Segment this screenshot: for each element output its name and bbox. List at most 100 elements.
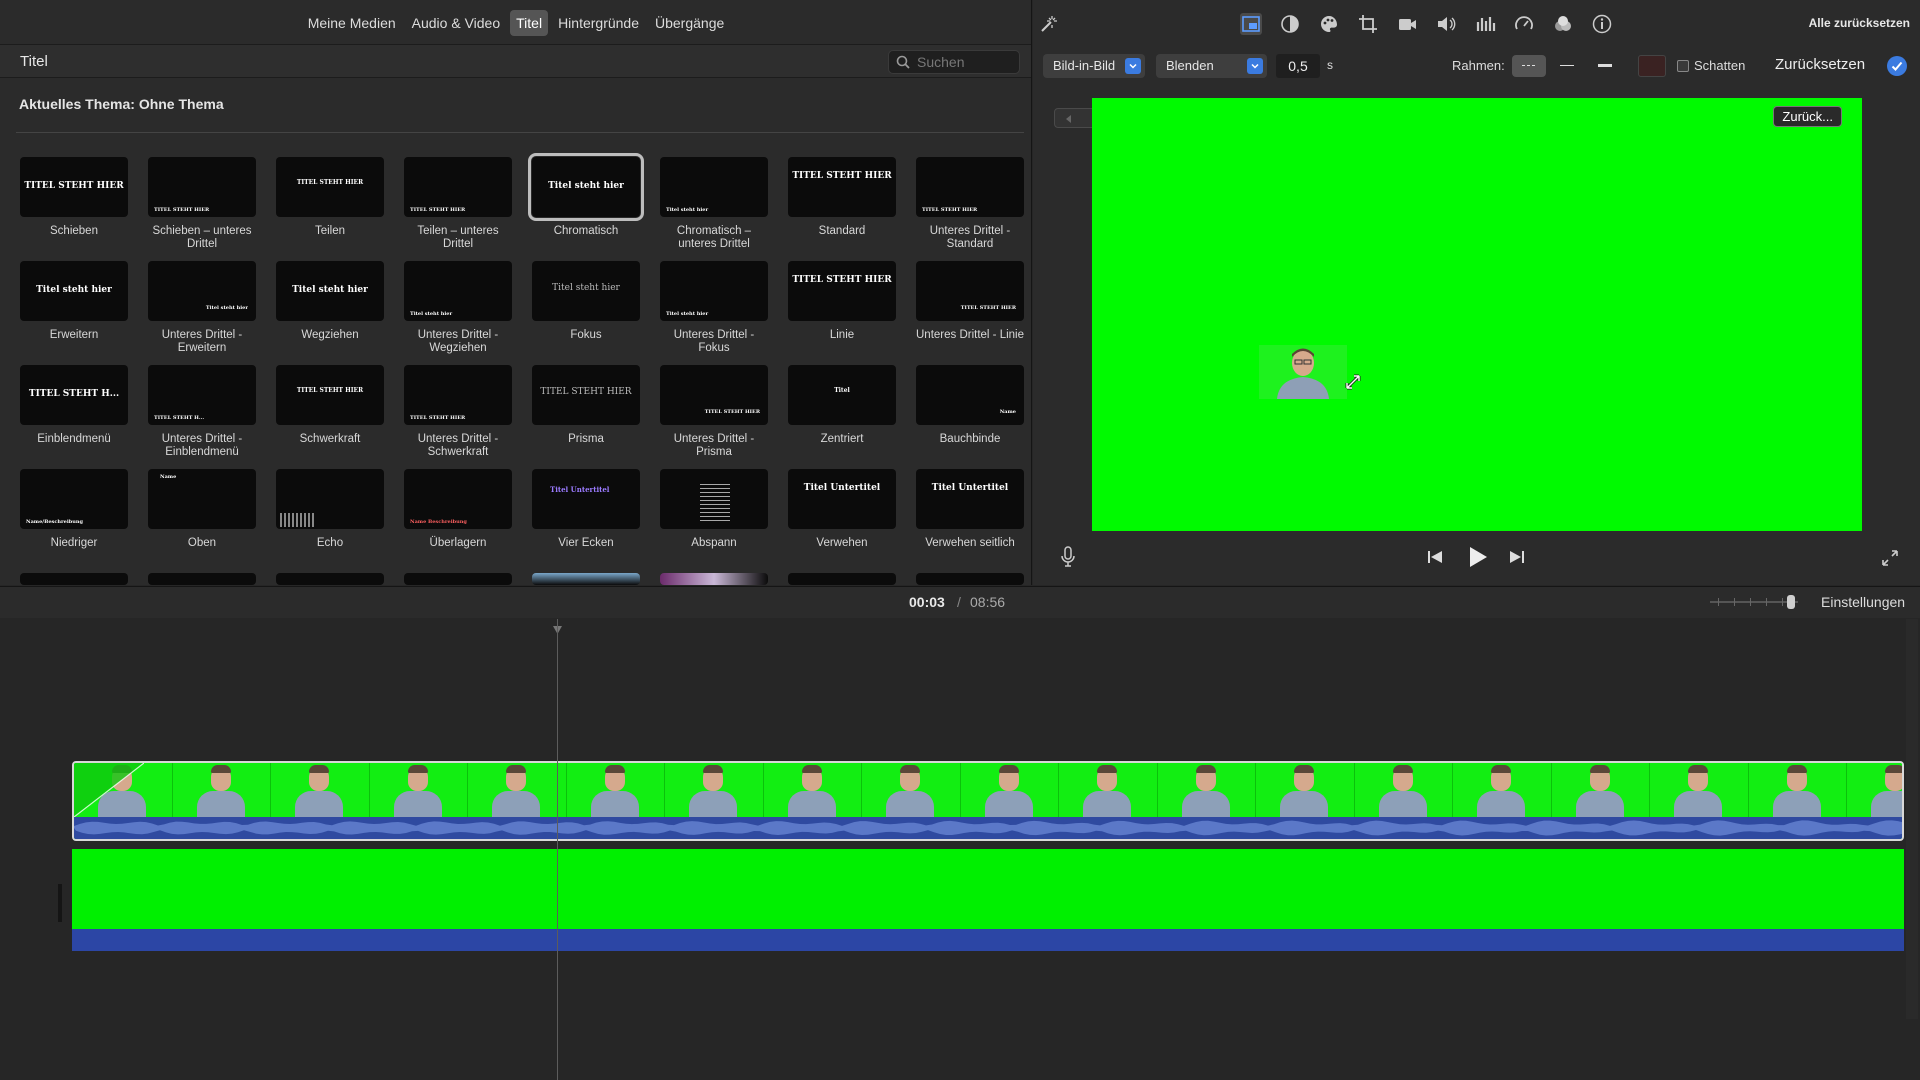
playhead[interactable]: [557, 619, 558, 1080]
title-tile[interactable]: TITEL STEHT H... Unteres Drittel - Einble…: [148, 365, 256, 459]
volume-icon[interactable]: [1435, 13, 1457, 35]
title-tile-partial[interactable]: [276, 573, 384, 585]
play-icon[interactable]: [1465, 545, 1489, 569]
frame-person-hair: [1885, 765, 1902, 773]
title-tile[interactable]: Titel steht hier Unteres Drittel - Fokus: [660, 261, 768, 355]
media-tab[interactable]: Meine Medien: [302, 10, 402, 36]
border-none-button[interactable]: [1512, 55, 1546, 77]
title-tile[interactable]: Echo: [276, 469, 384, 550]
viewer: Alle zurücksetzen Bild-in-Bild Blenden 0…: [1033, 0, 1920, 585]
title-tile[interactable]: Titel Untertitel Verwehen: [788, 469, 896, 550]
title-thumbnail: [148, 573, 256, 585]
media-tab[interactable]: Audio & Video: [406, 10, 506, 36]
title-tile[interactable]: Titel steht hier Chromatisch – unteres Dr…: [660, 157, 768, 251]
title-tile[interactable]: TITEL STEHT HIER Schieben: [20, 157, 128, 238]
border-color-well[interactable]: [1638, 55, 1666, 77]
color-correction-icon[interactable]: [1318, 13, 1340, 35]
title-tile[interactable]: Titel Untertitel Verwehen seitlich: [916, 469, 1024, 550]
title-tile[interactable]: TITEL STEHT HIER Teilen: [276, 157, 384, 238]
video-canvas[interactable]: Zurück...: [1092, 98, 1862, 531]
border-thin-button[interactable]: [1550, 55, 1584, 77]
title-tile[interactable]: TITEL STEHT HIER Prisma: [532, 365, 640, 446]
zoom-slider[interactable]: [1710, 595, 1798, 609]
title-label: Unteres Drittel - Fokus: [673, 329, 755, 354]
noise-reduction-icon[interactable]: [1552, 13, 1574, 35]
title-tile[interactable]: Titel steht hier Unteres Drittel - Erweit…: [148, 261, 256, 355]
transition-mode-select[interactable]: Blenden: [1156, 54, 1267, 78]
skip-back-icon[interactable]: [1426, 548, 1444, 566]
title-tile[interactable]: Titel steht hier Erweitern: [20, 261, 128, 342]
border-thick-button[interactable]: [1588, 55, 1622, 77]
zoom-knob[interactable]: [1787, 595, 1795, 609]
title-thumbnail: TITEL STEHT HIER: [276, 365, 384, 425]
title-tile[interactable]: TITEL STEHT HIER Schwerkraft: [276, 365, 384, 446]
stabilization-icon[interactable]: [1396, 13, 1418, 35]
vertical-scrollbar[interactable]: [1906, 619, 1918, 1019]
title-tile-partial[interactable]: [788, 573, 896, 585]
title-tile-partial[interactable]: [916, 573, 1024, 585]
title-tile[interactable]: Name Oben: [148, 469, 256, 550]
title-tile[interactable]: TITEL STEHT HIER Unteres Drittel - Standa…: [916, 157, 1024, 251]
media-tab[interactable]: Übergänge: [649, 10, 730, 36]
title-tile-partial[interactable]: [404, 573, 512, 585]
apply-checkmark-icon[interactable]: [1887, 56, 1907, 76]
title-tile[interactable]: Name Bauchbinde: [916, 365, 1024, 446]
search-input[interactable]: [917, 53, 1015, 71]
title-tile-partial[interactable]: [532, 573, 640, 585]
skip-forward-icon[interactable]: [1508, 548, 1526, 566]
title-preview-text: Name Beschreibung: [410, 519, 467, 525]
title-tile[interactable]: Titel Untertitel Vier Ecken: [532, 469, 640, 550]
frame-person-hair: [210, 765, 231, 773]
zoom-tick: [1782, 598, 1783, 606]
resize-handle-icon[interactable]: [1344, 373, 1362, 391]
media-tab[interactable]: Titel: [510, 10, 549, 36]
overlay-icon[interactable]: [1240, 13, 1262, 35]
shadow-checkbox[interactable]: [1677, 60, 1689, 72]
pip-overlay[interactable]: [1259, 345, 1347, 399]
title-tile[interactable]: TITEL STEHT HIER Unteres Drittel - Linie: [916, 261, 1024, 342]
video-clip[interactable]: [72, 761, 1904, 841]
media-tab[interactable]: Hintergründe: [552, 10, 645, 36]
title-tile[interactable]: TITEL STEHT HIER Unteres Drittel - Schwer…: [404, 365, 512, 459]
fullscreen-icon[interactable]: [1880, 548, 1900, 568]
title-tile-partial[interactable]: [148, 573, 256, 585]
title-tile-partial[interactable]: [20, 573, 128, 585]
title-thumbnail: TITEL STEHT HIER: [788, 157, 896, 217]
title-tile[interactable]: Titel steht hier Unteres Drittel - Wegzie…: [404, 261, 512, 355]
title-tile[interactable]: TITEL STEHT HIER Unteres Drittel - Prisma: [660, 365, 768, 459]
settings-button[interactable]: Einstellungen: [1821, 594, 1905, 610]
title-tile[interactable]: TITEL STEHT HIER Schieben – unteres Dritt…: [148, 157, 256, 251]
title-tile[interactable]: Name/Beschreibung Niedriger: [20, 469, 128, 550]
overlay-mode-select[interactable]: Bild-in-Bild: [1043, 54, 1145, 78]
title-tile[interactable]: Name Beschreibung Überlagern: [404, 469, 512, 550]
color-balance-icon[interactable]: [1279, 13, 1301, 35]
title-tile[interactable]: Titel Zentriert: [788, 365, 896, 446]
title-tile[interactable]: Titel steht hier Chromatisch: [528, 153, 644, 238]
magic-wand-icon[interactable]: [1037, 13, 1059, 35]
title-tile[interactable]: TITEL STEHT H... Einblendmenü: [20, 365, 128, 446]
title-tile[interactable]: Titel steht hier Fokus: [532, 261, 640, 342]
overlay-mode-value: Bild-in-Bild: [1053, 58, 1116, 73]
title-tile[interactable]: Abspann: [660, 469, 768, 550]
keyframe-prev-icon[interactable]: [1063, 112, 1075, 124]
title-tile[interactable]: TITEL STEHT HIER Linie: [788, 261, 896, 342]
speed-icon[interactable]: [1513, 13, 1535, 35]
title-tile-partial[interactable]: [660, 573, 768, 585]
duration-field[interactable]: 0,5: [1276, 54, 1320, 78]
frame-person-hair: [407, 765, 428, 773]
title-label: Einblendmenü: [37, 433, 111, 445]
title-tile[interactable]: TITEL STEHT HIER Teilen – unteres Drittel: [404, 157, 512, 251]
reset-all-button[interactable]: Alle zurücksetzen: [1809, 16, 1910, 30]
title-tile[interactable]: Titel steht hier Wegziehen: [276, 261, 384, 342]
timeline[interactable]: [0, 619, 1920, 1080]
equalizer-icon[interactable]: [1474, 13, 1496, 35]
info-icon[interactable]: [1591, 13, 1613, 35]
back-button[interactable]: Zurück...: [1773, 106, 1842, 127]
crop-icon[interactable]: [1357, 13, 1379, 35]
background-clip[interactable]: [72, 849, 1904, 951]
title-tile[interactable]: TITEL STEHT HIER Standard: [788, 157, 896, 238]
background-clip-audio: [72, 929, 1904, 951]
reset-button[interactable]: Zurücksetzen: [1775, 56, 1865, 73]
microphone-icon[interactable]: [1060, 545, 1076, 569]
search-box[interactable]: [888, 50, 1020, 74]
